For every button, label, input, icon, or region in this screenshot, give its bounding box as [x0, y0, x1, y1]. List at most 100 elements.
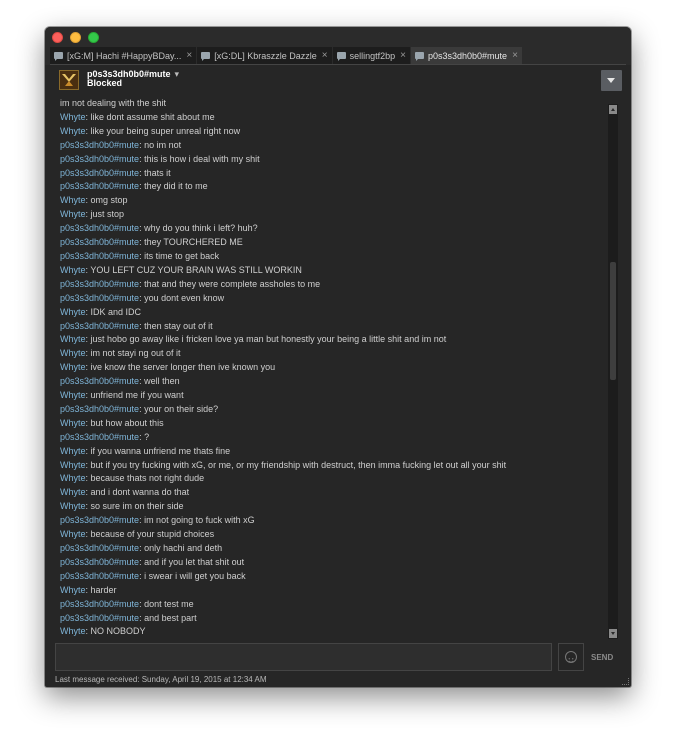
- message-text: : but how about this: [85, 417, 164, 428]
- message-sender[interactable]: Whyte: [60, 473, 86, 483]
- message-text: : and if you let that shit out: [139, 556, 245, 567]
- emoticon-button[interactable]: [558, 643, 584, 671]
- tab-close-icon[interactable]: ×: [186, 50, 192, 61]
- message-sender[interactable]: p0s3s3dh0b0#mute: [60, 223, 139, 233]
- tab-hachi[interactable]: [xG:M] Hachi #HappyBDay... ×: [50, 47, 197, 64]
- chat-message: Whyte: unfriend me if you want: [60, 389, 605, 403]
- chat-message: Whyte: but how about this: [60, 417, 605, 431]
- message-sender[interactable]: Whyte: [60, 390, 86, 400]
- message-sender[interactable]: Whyte: [60, 265, 86, 275]
- message-text: : im not going to fuck with xG: [139, 515, 255, 526]
- message-sender[interactable]: Whyte: [60, 529, 86, 539]
- message-text: : just hobo go away like i fricken love …: [85, 334, 447, 345]
- avatar[interactable]: [59, 70, 79, 90]
- message-sender[interactable]: Whyte: [60, 626, 86, 636]
- message-sender[interactable]: Whyte: [60, 126, 86, 136]
- chat-message: p0s3s3dh0b0#mute: only hachi and deth: [60, 542, 605, 556]
- maximize-icon[interactable]: [88, 32, 99, 43]
- tab-kbraszzle[interactable]: [xG:DL] Kbraszzle Dazzle ×: [197, 47, 332, 64]
- scroll-up-icon[interactable]: [609, 105, 617, 114]
- message-text: : NO NOBODY: [85, 626, 146, 637]
- chat-scrollbar[interactable]: [608, 104, 618, 639]
- message-text: : that and they were complete assholes t…: [139, 278, 321, 289]
- message-sender[interactable]: Whyte: [60, 334, 86, 344]
- dropdown-icon[interactable]: [601, 70, 622, 91]
- chat-message: Whyte: im not stayi ng out of it: [60, 347, 605, 361]
- message-sender[interactable]: p0s3s3dh0b0#mute: [60, 515, 139, 525]
- chat-message: Whyte: ive know the server longer then i…: [60, 361, 605, 375]
- message-sender[interactable]: p0s3s3dh0b0#mute: [60, 237, 139, 247]
- chat-message: Whyte: like your being super unreal righ…: [60, 125, 605, 139]
- message-text: : ive know the server longer then ive kn…: [85, 362, 276, 373]
- message-text: : IDK and IDC: [85, 306, 142, 317]
- message-sender[interactable]: Whyte: [60, 585, 86, 595]
- chat-message: Whyte: but if you try fucking with xG, o…: [60, 459, 605, 473]
- message-sender[interactable]: p0s3s3dh0b0#mute: [60, 599, 139, 609]
- message-sender[interactable]: p0s3s3dh0b0#mute: [60, 181, 139, 191]
- tab-sellingtf2bp[interactable]: sellingtf2bp ×: [332, 47, 410, 64]
- chat-message: p0s3s3dh0b0#mute: your on their side?: [60, 403, 605, 417]
- message-sender[interactable]: Whyte: [60, 418, 86, 428]
- message-text: : its time to get back: [139, 250, 220, 261]
- message-sender[interactable]: Whyte: [60, 195, 86, 205]
- message-sender[interactable]: p0s3s3dh0b0#mute: [60, 432, 139, 442]
- message-sender[interactable]: p0s3s3dh0b0#mute: [60, 279, 139, 289]
- message-sender[interactable]: Whyte: [60, 307, 86, 317]
- tab-label: [xG:M] Hachi #HappyBDay...: [67, 50, 182, 61]
- message-sender[interactable]: p0s3s3dh0b0#mute: [60, 404, 139, 414]
- last-message-status: Last message received: Sunday, April 19,…: [55, 675, 267, 684]
- chat-message: p0s3s3dh0b0#mute: dont test me: [60, 598, 605, 612]
- tab-close-icon[interactable]: ×: [322, 50, 328, 61]
- chat-message: p0s3s3dh0b0#mute: they TOURCHERED ME: [60, 236, 605, 250]
- message-sender[interactable]: p0s3s3dh0b0#mute: [60, 613, 139, 623]
- chat-message: Whyte: IDK and IDC: [60, 306, 605, 320]
- chat-message: p0s3s3dh0b0#mute: why do you think i lef…: [60, 222, 605, 236]
- tab-label: p0s3s3dh0b0#mute: [428, 50, 508, 61]
- message-text: : but if you try fucking with xG, or me,…: [85, 459, 507, 470]
- chat-icon: [415, 52, 424, 61]
- message-sender[interactable]: p0s3s3dh0b0#mute: [60, 293, 139, 303]
- tab-p0s3s3dh0b0[interactable]: p0s3s3dh0b0#mute ×: [411, 47, 522, 64]
- message-sender[interactable]: p0s3s3dh0b0#mute: [60, 543, 139, 553]
- chat-message: Whyte: like dont assume shit about me: [60, 111, 605, 125]
- message-input[interactable]: [55, 643, 552, 671]
- chat-message: p0s3s3dh0b0#mute: its time to get back: [60, 250, 605, 264]
- message-sender[interactable]: Whyte: [60, 446, 86, 456]
- resize-grip-icon[interactable]: [622, 678, 629, 685]
- chat-message: Whyte: just hobo go away like i fricken …: [60, 333, 605, 347]
- message-sender[interactable]: Whyte: [60, 112, 86, 122]
- message-sender[interactable]: Whyte: [60, 362, 86, 372]
- message-text: : only hachi and deth: [139, 543, 223, 553]
- message-text: : because of your stupid choices: [85, 529, 215, 540]
- chat-message: p0s3s3dh0b0#mute: this is how i deal wit…: [60, 153, 605, 167]
- message-sender[interactable]: p0s3s3dh0b0#mute: [60, 557, 139, 567]
- chevron-down-icon[interactable]: ▾: [175, 69, 180, 79]
- message-text: : harder: [85, 584, 117, 595]
- message-text: : no im not: [139, 139, 182, 150]
- tab-close-icon[interactable]: ×: [512, 50, 518, 61]
- message-sender[interactable]: Whyte: [60, 487, 86, 497]
- tab-close-icon[interactable]: ×: [400, 50, 406, 61]
- message-text: : YOU LEFT CUZ YOUR BRAIN WAS STILL WORK…: [85, 264, 302, 275]
- message-sender[interactable]: Whyte: [60, 209, 86, 219]
- message-sender[interactable]: p0s3s3dh0b0#mute: [60, 154, 139, 164]
- message-text: : you dont even know: [139, 292, 225, 303]
- message-text: : then stay out of it: [139, 320, 213, 331]
- message-sender[interactable]: p0s3s3dh0b0#mute: [60, 251, 139, 261]
- message-sender[interactable]: Whyte: [60, 501, 86, 511]
- scroll-down-icon[interactable]: [609, 629, 617, 638]
- chat-message: p0s3s3dh0b0#mute: well then: [60, 375, 605, 389]
- message-sender[interactable]: Whyte: [60, 348, 86, 358]
- message-sender[interactable]: Whyte: [60, 460, 86, 470]
- message-sender[interactable]: p0s3s3dh0b0#mute: [60, 571, 139, 581]
- chat-message: Whyte: NO NOBODY: [60, 625, 605, 639]
- message-sender[interactable]: p0s3s3dh0b0#mute: [60, 168, 139, 178]
- scrollbar-thumb[interactable]: [610, 262, 616, 380]
- send-button[interactable]: SEND: [591, 653, 613, 662]
- message-sender[interactable]: p0s3s3dh0b0#mute: [60, 140, 139, 150]
- chat-message: p0s3s3dh0b0#mute: then stay out of it: [60, 320, 605, 334]
- minimize-icon[interactable]: [70, 32, 81, 43]
- message-sender[interactable]: p0s3s3dh0b0#mute: [60, 321, 139, 331]
- message-sender[interactable]: p0s3s3dh0b0#mute: [60, 376, 139, 386]
- close-icon[interactable]: [52, 32, 63, 43]
